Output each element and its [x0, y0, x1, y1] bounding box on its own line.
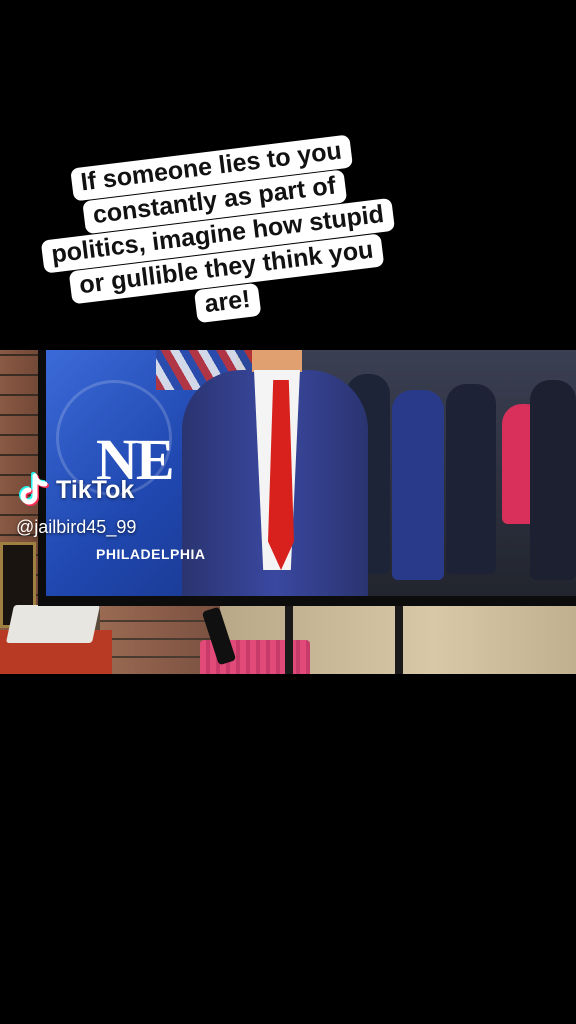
broadcast-dateline: PHILADELPHIA — [96, 546, 206, 562]
creator-handle: @jailbird45_99 — [16, 517, 137, 537]
tv-stand-leg — [395, 600, 403, 674]
crowd-person — [530, 380, 576, 580]
tv-stand-leg — [285, 600, 293, 674]
crowd-person — [446, 384, 496, 574]
photo-of-tv: NE — [0, 350, 576, 674]
crowd-person — [392, 390, 444, 580]
tiktok-watermark: TikTok — [18, 472, 134, 508]
tiktok-logo-icon — [18, 472, 50, 508]
tiktok-brand-label: TikTok — [56, 475, 135, 504]
caption-overlay: If someone lies to you constantly as par… — [30, 128, 425, 352]
printer — [5, 605, 101, 643]
caption-line-5: are! — [193, 282, 262, 324]
presenter-neck — [252, 350, 302, 372]
